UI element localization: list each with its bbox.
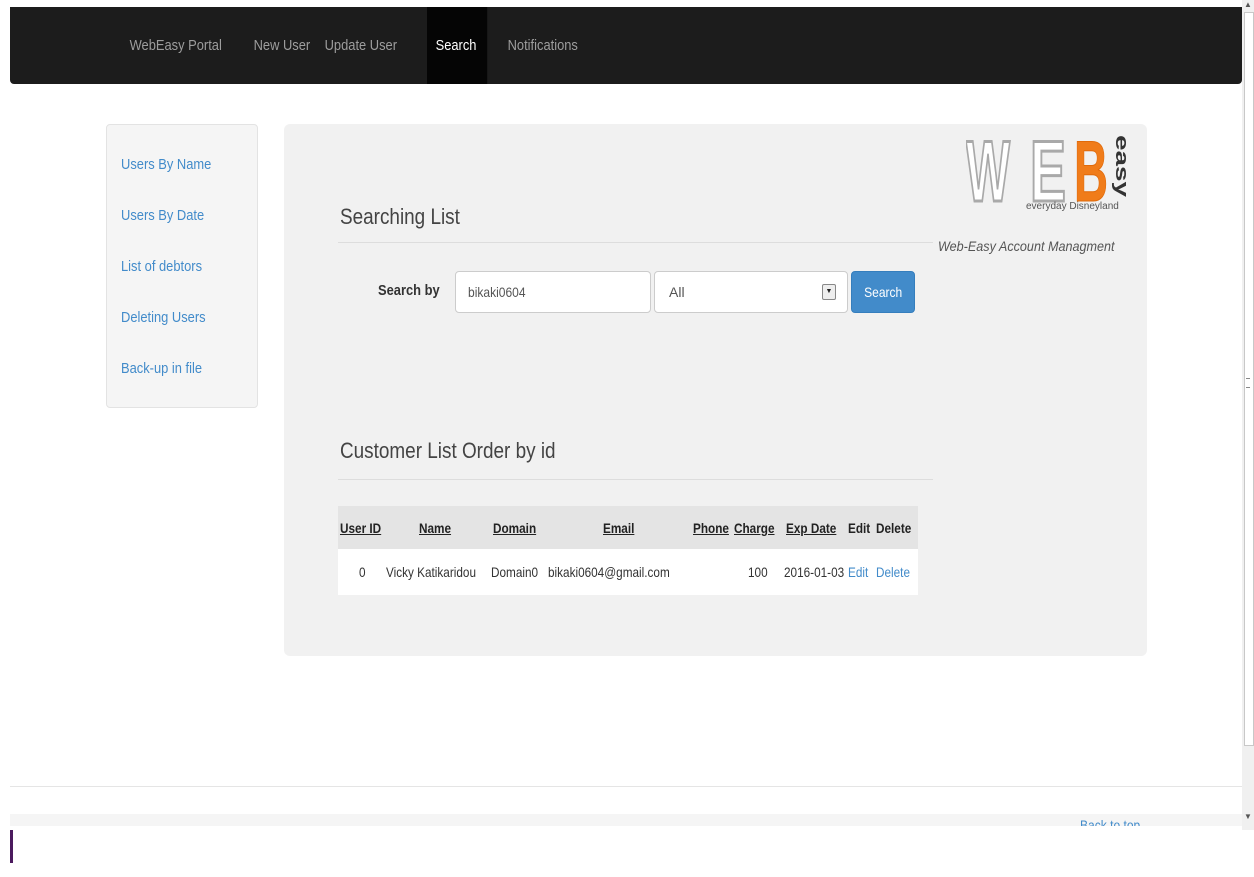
column-header-charge[interactable]: Charge (734, 520, 775, 536)
column-header-name[interactable]: Name (419, 520, 451, 536)
column-header-domain[interactable]: Domain (493, 520, 536, 536)
cell-exp-date: 2016-01-03 (784, 564, 845, 580)
column-header-user-id[interactable]: User ID (340, 520, 381, 536)
column-header-delete: Delete (876, 520, 912, 536)
back-to-top-link[interactable]: Back to top (1080, 814, 1150, 826)
text-cursor-mark (10, 830, 13, 863)
nav-notifications[interactable]: Notifications (499, 7, 586, 84)
searching-list-title: Searching List (340, 204, 460, 229)
page-scrollbar[interactable]: ▲ ▼ (1242, 0, 1254, 830)
sidebar-item-backup-in-file[interactable]: Back-up in file (121, 360, 202, 377)
cell-name: Vicky Katikaridou (386, 564, 476, 580)
customer-divider (338, 479, 933, 480)
cell-charge: 100 (748, 564, 768, 580)
nav-update-user[interactable]: Update User (316, 7, 406, 84)
cell-domain: Domain0 (491, 564, 539, 580)
sidebar-item-users-by-name[interactable]: Users By Name (121, 156, 211, 173)
edit-link[interactable]: Edit (848, 564, 868, 580)
scrollbar-grip-icon (1246, 378, 1250, 388)
logo-letter-b: B (1074, 127, 1108, 207)
search-field-select[interactable]: All ▼ (654, 271, 848, 313)
nav-new-user[interactable]: New User (245, 7, 319, 84)
webeasy-logo: W E B easy (966, 127, 1132, 207)
back-to-top-label: Back to top (1080, 817, 1141, 826)
search-divider (338, 242, 933, 243)
sidebar-item-users-by-date[interactable]: Users By Date (121, 207, 204, 224)
sidebar: Users By Name Users By Date List of debt… (106, 124, 258, 408)
search-by-label: Search by (378, 282, 440, 299)
scroll-up-arrow-icon[interactable]: ▲ (1242, 0, 1254, 12)
search-button[interactable]: Search (851, 271, 915, 313)
search-input[interactable]: bikaki0604 (455, 271, 651, 313)
column-header-email[interactable]: Email (603, 520, 634, 536)
footer-divider (10, 786, 1242, 787)
column-header-phone[interactable]: Phone (693, 520, 729, 536)
delete-link[interactable]: Delete (876, 564, 910, 580)
nav-search[interactable]: Search (427, 7, 488, 84)
chevron-down-icon[interactable]: ▼ (822, 284, 836, 300)
top-navbar: WebEasy Portal New User Update User Sear… (10, 7, 1242, 84)
logo-letter-e: E (1030, 127, 1066, 207)
navbar-brand[interactable]: WebEasy Portal (121, 7, 230, 84)
logo-caption: Web-Easy Account Managment (938, 238, 1115, 254)
footer (10, 814, 1242, 826)
customer-list-title: Customer List Order by id (340, 438, 556, 463)
column-header-exp-date[interactable]: Exp Date (786, 520, 836, 536)
cell-email: bikaki0604@gmail.com (548, 564, 670, 580)
cell-user-id: 0 (359, 564, 366, 580)
logo-tagline: everyday Disneyland (1026, 201, 1119, 212)
logo-vertical-easy: easy (1112, 135, 1132, 197)
search-button-label: Search (863, 284, 903, 300)
logo-letter-w: W (966, 127, 1010, 207)
sidebar-item-list-of-debtors[interactable]: List of debtors (121, 258, 202, 275)
search-input-value: bikaki0604 (468, 284, 526, 300)
search-select-value: All (669, 284, 685, 300)
sidebar-item-deleting-users[interactable]: Deleting Users (121, 309, 206, 326)
column-header-edit: Edit (848, 520, 871, 536)
scroll-down-arrow-icon[interactable]: ▼ (1242, 812, 1254, 824)
